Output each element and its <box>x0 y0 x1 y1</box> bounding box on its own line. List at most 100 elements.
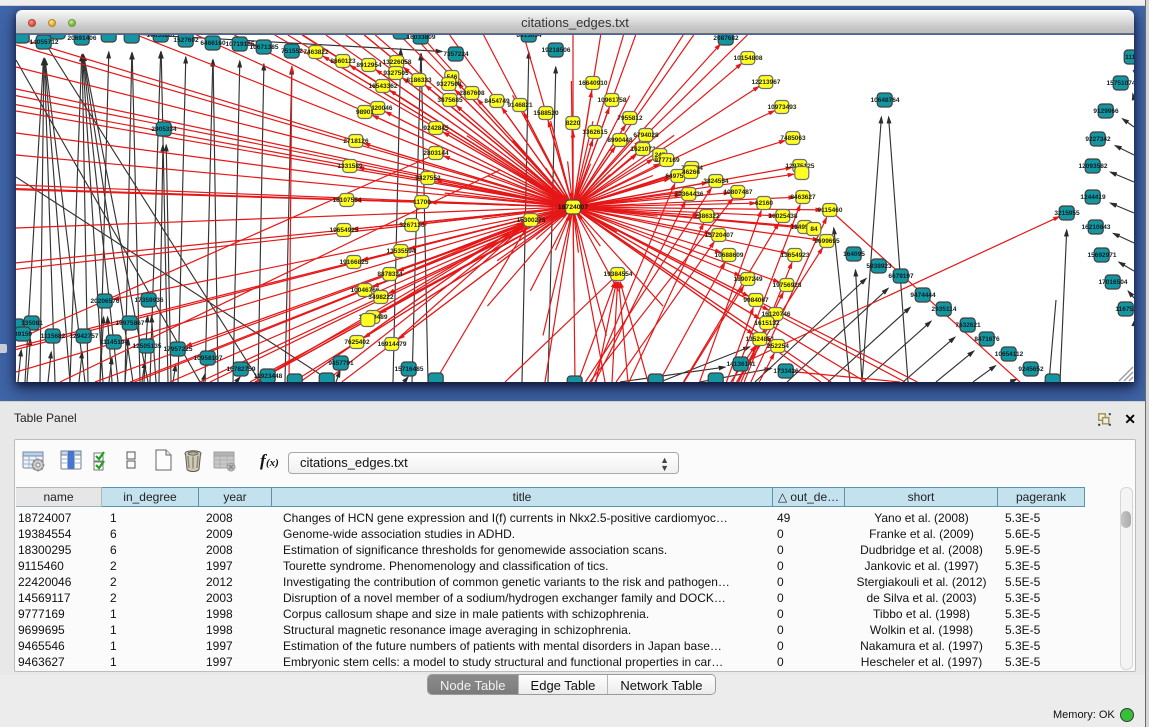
svg-text:2087682: 2087682 <box>713 35 739 42</box>
svg-text:1588520: 1588520 <box>533 110 559 117</box>
svg-text:8912954: 8912954 <box>356 62 382 69</box>
svg-text:1615132: 1615132 <box>754 320 780 327</box>
svg-text:2935114: 2935114 <box>932 306 957 313</box>
svg-text:5938923: 5938923 <box>866 263 892 270</box>
svg-text:12213967: 12213967 <box>752 79 781 86</box>
svg-text:8220: 8220 <box>566 120 581 127</box>
svg-text:8813054: 8813054 <box>516 35 542 39</box>
svg-text:(x): (x) <box>266 457 279 469</box>
svg-text:14136141: 14136141 <box>727 361 756 368</box>
svg-text:3498222: 3498222 <box>368 294 394 301</box>
svg-text:8186323: 8186323 <box>406 77 432 84</box>
svg-text:9227342: 9227342 <box>1085 136 1111 143</box>
svg-text:10154808: 10154808 <box>734 55 763 62</box>
svg-text:10025438: 10025438 <box>769 213 798 220</box>
svg-text:3875685: 3875685 <box>437 97 463 104</box>
svg-text:18107554: 18107554 <box>333 197 362 204</box>
svg-text:1244419: 1244419 <box>1080 194 1106 201</box>
svg-text:3824554: 3824554 <box>703 178 729 185</box>
svg-text:11923448: 11923448 <box>254 373 283 380</box>
svg-text:10654112: 10654112 <box>995 351 1024 358</box>
svg-text:19384554: 19384554 <box>604 271 633 278</box>
svg-text:16543362: 16543362 <box>369 83 398 90</box>
svg-text:6679197: 6679197 <box>888 273 914 280</box>
svg-text:8660123: 8660123 <box>330 58 356 65</box>
svg-text:9699695: 9699695 <box>814 238 840 245</box>
svg-text:8878334: 8878334 <box>377 271 403 278</box>
svg-text:1621072: 1621072 <box>630 146 656 153</box>
svg-text:16782759: 16782759 <box>227 366 256 373</box>
svg-text:17957225: 17957225 <box>164 346 193 353</box>
svg-text:16033809: 16033809 <box>407 35 436 41</box>
svg-text:19975867: 19975867 <box>116 320 145 327</box>
svg-text:7632621: 7632621 <box>955 322 981 329</box>
svg-text:15716485: 15716485 <box>395 366 424 373</box>
svg-text:10653267: 10653267 <box>147 35 176 39</box>
svg-text:15720407: 15720407 <box>705 232 734 239</box>
svg-text:751552: 751552 <box>281 48 303 55</box>
svg-text:20364436: 20364436 <box>675 191 704 198</box>
svg-text:10671385: 10671385 <box>250 44 279 51</box>
svg-text:164095: 164095 <box>843 251 865 258</box>
svg-text:9146821: 9146821 <box>507 102 533 109</box>
svg-text:1331589: 1331589 <box>337 163 363 170</box>
svg-text:12942757: 12942757 <box>70 333 99 340</box>
svg-text:10807487: 10807487 <box>724 189 753 196</box>
svg-text:1733426: 1733426 <box>773 368 799 375</box>
svg-text:3215955: 3215955 <box>1054 210 1080 217</box>
svg-text:10688609: 10688609 <box>715 252 744 259</box>
svg-text:8990448: 8990448 <box>607 137 633 144</box>
svg-text:19654925: 19654925 <box>330 227 359 234</box>
svg-text:9474444: 9474444 <box>910 292 936 299</box>
svg-text:116753: 116753 <box>1115 306 1134 313</box>
svg-text:2803144: 2803144 <box>423 150 449 157</box>
svg-text:7463822: 7463822 <box>303 49 329 56</box>
svg-text:2867608: 2867608 <box>459 90 485 97</box>
svg-text:19218506: 19218506 <box>542 47 571 54</box>
svg-text:9129966: 9129966 <box>1093 108 1119 115</box>
svg-text:135081: 135081 <box>21 320 43 327</box>
svg-text:6466160: 6466160 <box>200 40 226 47</box>
svg-text:1362615: 1362615 <box>582 129 608 136</box>
svg-text:8463627: 8463627 <box>790 194 816 201</box>
svg-text:14055712: 14055712 <box>30 39 59 46</box>
svg-text:7386322: 7386322 <box>694 213 720 220</box>
svg-text:7955812: 7955812 <box>617 115 643 122</box>
svg-text:17359936: 17359936 <box>135 297 164 304</box>
svg-text:16210643: 16210643 <box>1082 224 1111 231</box>
svg-text:11700: 11700 <box>413 199 431 206</box>
svg-text:16640910: 16640910 <box>579 80 608 87</box>
svg-text:1112: 1112 <box>1125 54 1134 61</box>
svg-text:9242845: 9242845 <box>423 125 449 132</box>
svg-text:7625402: 7625402 <box>344 339 370 346</box>
svg-text:9857791: 9857791 <box>328 360 354 367</box>
svg-text:9777169: 9777169 <box>654 157 680 164</box>
svg-text:10973493: 10973493 <box>768 104 797 111</box>
svg-text:6794028: 6794028 <box>633 132 659 139</box>
svg-text:7485063: 7485063 <box>780 135 806 142</box>
svg-text:17016504: 17016504 <box>1099 279 1128 286</box>
svg-text:2718126: 2718126 <box>343 138 369 145</box>
svg-text:39159: 39159 <box>16 331 32 338</box>
svg-text:252254: 252254 <box>767 343 789 350</box>
svg-text:19166825: 19166825 <box>340 259 369 266</box>
svg-text:18724007: 18724007 <box>558 204 588 211</box>
svg-text:8471676: 8471676 <box>974 336 1000 343</box>
svg-text:10958107: 10958107 <box>194 355 223 362</box>
svg-text:3267130: 3267130 <box>399 222 425 229</box>
svg-text:9327505: 9327505 <box>383 70 409 77</box>
svg-text:1527602: 1527602 <box>173 37 199 44</box>
svg-text:20691406: 20691406 <box>68 35 97 42</box>
svg-text:13654923: 13654923 <box>781 252 810 259</box>
svg-text:11145194: 11145194 <box>100 339 129 346</box>
svg-text:84: 84 <box>810 226 818 233</box>
svg-text:13226058: 13226058 <box>383 59 412 66</box>
svg-text:2905334: 2905334 <box>151 126 177 133</box>
svg-text:9245652: 9245652 <box>1018 366 1044 373</box>
svg-text:12505135: 12505135 <box>133 343 162 350</box>
svg-text:18907249: 18907249 <box>734 276 763 283</box>
svg-text:10961758: 10961758 <box>598 97 627 104</box>
svg-text:9427552: 9427552 <box>415 175 441 182</box>
svg-text:10648764: 10648764 <box>871 97 900 104</box>
svg-text:9327508: 9327508 <box>436 81 462 88</box>
